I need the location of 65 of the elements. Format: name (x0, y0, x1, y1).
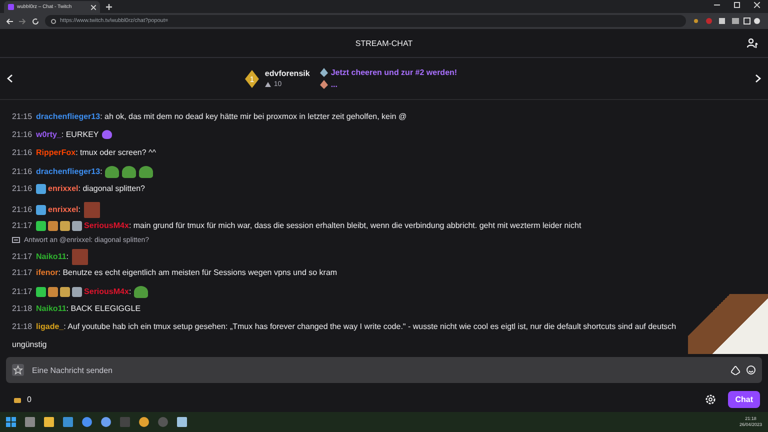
chat-username[interactable]: drachenflieger13 (36, 112, 100, 121)
bits-icon[interactable] (731, 366, 740, 374)
message-text: : Benutze es echt eigentlich am meisten für Sessions wegen vpns und so kram (58, 268, 338, 277)
message-time: 21:16 (12, 148, 32, 157)
message-text: : (128, 287, 132, 296)
message-input[interactable]: Eine Nachricht senden (30, 364, 725, 376)
message-text: : EURKEY (61, 130, 99, 139)
next-rank-text: ... (330, 80, 338, 89)
message-text: : main grund für tmux für mich war, dass die session erhalten bleibt, wenn die verbindung abbricht. geht mit wezterm leider nicht (128, 221, 582, 230)
cheer-prompt: Jetzt cheeren und zur #2 werden! (330, 68, 458, 77)
chat-username[interactable]: Naiko11 (36, 304, 66, 313)
message-time: 21:16 (12, 130, 32, 139)
chat-username[interactable]: RipperFox (36, 148, 76, 157)
chat-username[interactable]: w0rty_ (36, 130, 62, 139)
message-time: 21:16 (12, 184, 32, 194)
message-text: : (78, 205, 81, 214)
site-info-icon (51, 18, 56, 24)
message-text: : (100, 167, 102, 176)
message-field[interactable]: Eine Nachricht senden (6, 357, 762, 383)
message-time: 21:15 (12, 112, 32, 121)
start-icon[interactable] (6, 417, 16, 427)
message-time: 21:17 (12, 221, 32, 230)
maximize-icon[interactable] (734, 2, 740, 8)
points-count: 0 (27, 394, 32, 404)
star-icon[interactable] (12, 364, 24, 376)
back-icon[interactable] (6, 18, 13, 24)
new-tab-icon[interactable] (106, 4, 112, 10)
chat-username[interactable]: SeriousM4x (84, 287, 129, 296)
message-time: 21:17 (12, 252, 32, 261)
settings-icon[interactable] (705, 394, 716, 404)
reload-icon[interactable] (32, 18, 39, 24)
chat-title: STREAM-CHAT (355, 38, 413, 48)
message-time: 21:16 (12, 167, 32, 176)
chat-send-button[interactable]: Chat (728, 390, 760, 408)
reply-icon (12, 236, 20, 244)
chat-username[interactable]: SeriousM4x (84, 221, 129, 230)
emoji-icon[interactable] (746, 365, 756, 375)
message-time: 21:18 (12, 304, 32, 313)
bits-icon (264, 82, 271, 87)
message-text: ungünstig (12, 340, 47, 349)
message-text: : Auf youtube hab ich ein tmux setup gesehen: „Tmux has forever changed the way I write code." - wusste nicht wie cool es eigtl ist, nur die default shortcuts sind auf deutsch (64, 322, 676, 331)
rank-number: 1 (250, 74, 254, 84)
chat-username[interactable]: Naiko11 (36, 252, 66, 261)
message-text: : BACK ELEGIGGLE (66, 304, 141, 313)
extension-icons-drawing[interactable] (692, 17, 762, 25)
close-icon[interactable] (754, 2, 760, 8)
message-text: : diagonal splitten? (78, 184, 145, 194)
chat-username[interactable]: ligade_ (36, 322, 64, 331)
users-icon[interactable] (747, 38, 758, 48)
chat-username[interactable]: enrixxel (48, 205, 78, 214)
chat-username[interactable]: drachenflieger13 (36, 167, 100, 176)
forward-icon[interactable] (19, 18, 26, 24)
message-text: : (66, 252, 69, 261)
message-text: : ah ok, das mit dem no dead key hätte mir bei proxmox in letzter zeit geholfen, kein @ (100, 112, 407, 121)
tab-logo-icon (8, 4, 14, 10)
message-time: 21:18 (12, 322, 32, 331)
leader-name[interactable]: edvforensik (264, 69, 310, 78)
chat-username[interactable]: ifenor (36, 268, 58, 277)
close-icon[interactable] (91, 4, 96, 10)
minimize-icon[interactable] (714, 2, 720, 8)
message-text: : tmux oder screen? ^^ (76, 148, 156, 157)
message-time: 21:16 (12, 205, 32, 214)
message-time: 21:17 (12, 287, 32, 296)
chat-username[interactable]: enrixxel (48, 184, 78, 194)
message-time: 21:17 (12, 268, 32, 277)
